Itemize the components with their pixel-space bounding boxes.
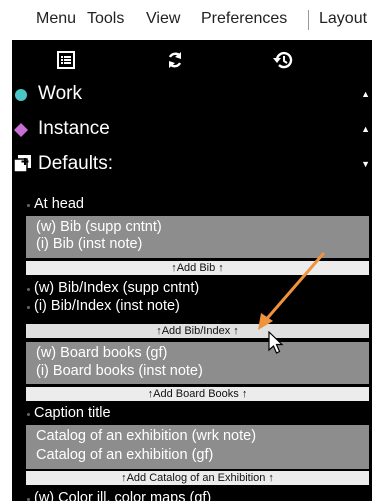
catalog-line-1[interactable]: Catalog of an exhibition (wrk note) [36, 428, 256, 445]
instance-diamond-icon [14, 121, 28, 143]
bib-group: (w) Bib (supp cntnt) (i) Bib (inst note) [26, 216, 369, 258]
section-work[interactable]: Work ▲ [12, 80, 372, 110]
add-catalog-button[interactable]: ↑Add Catalog of an Exhibition ↑ [26, 471, 369, 485]
collapse-instance-icon[interactable]: ▲ [361, 124, 370, 134]
catalog-group: Catalog of an exhibition (wrk note) Cata… [26, 425, 369, 469]
add-bib-button[interactable]: ↑Add Bib ↑ [26, 261, 369, 275]
catalog-line-2[interactable]: Catalog of an exhibition (gf) [36, 447, 213, 464]
collapse-defaults-icon[interactable]: ▼ [361, 159, 370, 169]
section-instance[interactable]: Instance ▲ [12, 115, 372, 145]
menu-separator [308, 10, 309, 30]
bib-group-line-1[interactable]: (w) Bib (supp cntnt) [36, 219, 162, 236]
menu-bar: Menu Tools View Preferences Layout [0, 0, 372, 40]
default-item-caption-title[interactable]: Caption title [27, 405, 111, 422]
default-item-bib-index-w[interactable]: (w) Bib/Index (supp cntnt) [26, 280, 199, 297]
section-instance-label: Instance [38, 118, 110, 139]
board-books-group: (w) Board books (gf) (i) Board books (in… [26, 342, 369, 384]
bib-group-line-2[interactable]: (i) Bib (inst note) [36, 236, 142, 253]
menu-tools[interactable]: Tools [87, 10, 124, 28]
default-item-at-head[interactable]: At head [27, 196, 84, 213]
work-dot-icon [14, 86, 28, 108]
menu-preferences[interactable]: Preferences [201, 10, 287, 28]
sync-icon[interactable] [164, 49, 186, 71]
add-board-books-button[interactable]: ↑Add Board Books ↑ [26, 387, 369, 401]
defaults-panel: Work ▲ Instance ▲ Defaults: ▼ At head (w… [12, 40, 372, 501]
add-bib-index-button[interactable]: ↑Add Bib/Index ↑ [26, 324, 369, 338]
panel-toolbar [12, 40, 372, 80]
menu-menu[interactable]: Menu [36, 10, 76, 28]
section-work-label: Work [38, 83, 82, 104]
section-defaults[interactable]: Defaults: ▼ [12, 150, 372, 180]
board-books-line-1[interactable]: (w) Board books (gf) [36, 345, 167, 362]
add-box-icon [13, 155, 31, 178]
menu-view[interactable]: View [146, 10, 180, 28]
board-books-line-2[interactable]: (i) Board books (inst note) [36, 363, 203, 380]
default-item-bib-index-i[interactable]: (i) Bib/Index (inst note) [27, 298, 180, 315]
section-defaults-label: Defaults: [38, 153, 113, 174]
default-item-color-ill[interactable]: (w) Color ill. color maps (gf) [26, 490, 211, 501]
collapse-work-icon[interactable]: ▲ [361, 89, 370, 99]
list-icon[interactable] [55, 49, 77, 71]
history-icon[interactable] [272, 49, 294, 71]
menu-layout[interactable]: Layout [319, 10, 367, 28]
